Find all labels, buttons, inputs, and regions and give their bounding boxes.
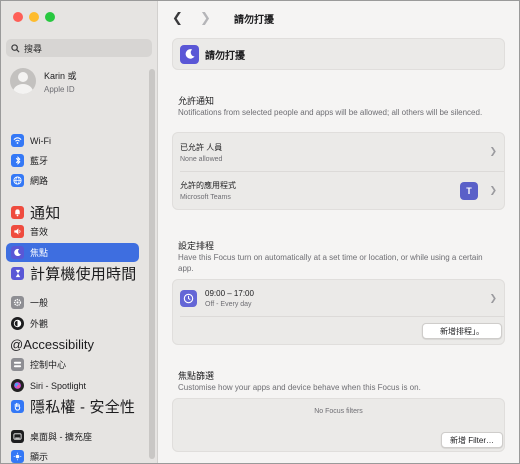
zoom-window-button[interactable]	[45, 12, 55, 22]
speaker-icon	[11, 225, 24, 238]
appearance-icon	[11, 317, 24, 330]
settings-window: 搜尋 Karin 或 Apple ID Wi-Fi 藍牙 網路 通知 音效 焦點…	[0, 0, 520, 464]
sidebar-item-label: 隱私權 - 安全性	[30, 398, 136, 416]
hourglass-icon	[11, 266, 24, 280]
add-schedule-button[interactable]: 新增排程」。	[422, 323, 502, 339]
allowed-people-row[interactable]: 已允許 人員 None allowed ❯	[173, 133, 504, 171]
sidebar-item-label: Wi-Fi	[30, 135, 51, 146]
search-icon	[11, 43, 20, 53]
allowed-notifications-description: Notifications from selected people and a…	[178, 108, 483, 117]
add-filter-button[interactable]: 新增 Filter…	[441, 432, 503, 448]
window-controls	[13, 12, 55, 22]
account-subtitle: Apple ID	[44, 84, 75, 94]
sidebar-item-siri-spotlight[interactable]: Siri - Spotlight	[6, 376, 139, 395]
allowed-people-title: 已允許 人員	[180, 143, 223, 152]
divider	[180, 316, 504, 317]
control-center-icon	[11, 358, 24, 371]
allowed-list-card: 已允許 人員 None allowed ❯ 允許的應用程式 Microsoft …	[172, 132, 505, 210]
sidebar-item-privacy-security[interactable]: 隱私權 - 安全性	[6, 396, 139, 416]
account-name: Karin 或	[44, 70, 77, 81]
close-window-button[interactable]	[13, 12, 23, 22]
minimize-window-button[interactable]	[29, 12, 39, 22]
schedule-time: 09:00 – 17:00	[205, 288, 254, 298]
schedule-row[interactable]: 09:00 – 17:00 Off - Every day ❯	[173, 280, 504, 316]
chevron-right-icon: ❯	[489, 146, 497, 156]
sidebar-item-accessibility[interactable]: @Accessibility	[6, 334, 139, 354]
sidebar-item-label: 音效	[30, 227, 49, 237]
sidebar-item-label: 一般	[30, 298, 49, 308]
allowed-people-subtitle: None allowed	[180, 156, 223, 163]
bell-icon	[11, 205, 24, 219]
sidebar-item-focus[interactable]: 焦點	[6, 243, 139, 262]
toolbar: ❮ ❯ 請勿打擾	[158, 1, 519, 33]
sidebar: 搜尋 Karin 或 Apple ID Wi-Fi 藍牙 網路 通知 音效 焦點…	[1, 1, 158, 463]
focus-title: 請勿打擾	[205, 50, 245, 62]
sidebar-item-network[interactable]: 網路	[6, 171, 139, 190]
no-filters-text: No Focus filters	[314, 408, 363, 415]
globe-icon	[11, 174, 24, 187]
display-icon	[11, 450, 24, 463]
sidebar-item-bluetooth[interactable]: 藍牙	[6, 151, 139, 170]
wifi-icon	[11, 134, 24, 147]
sidebar-item-label: 桌面與 - 擴充座	[30, 432, 92, 442]
dock-icon	[11, 430, 24, 443]
sidebar-item-screen-time[interactable]: 計算機使用時間	[6, 263, 139, 283]
sidebar-item-label: Siri - Spotlight	[30, 380, 87, 391]
sidebar-item-label: 外觀	[30, 319, 49, 329]
sidebar-item-label: 藍牙	[30, 156, 49, 166]
sidebar-item-notifications[interactable]: 通知	[6, 202, 139, 222]
schedule-card: 09:00 – 17:00 Off - Every day ❯ 新增排程」。	[172, 279, 505, 345]
sidebar-item-control-center[interactable]: 控制中心	[6, 355, 139, 374]
chevron-right-icon: ❯	[489, 293, 497, 303]
clock-icon	[180, 289, 197, 307]
search-field[interactable]: 搜尋	[6, 39, 152, 57]
sidebar-item-label: 控制中心	[30, 360, 67, 370]
siri-icon	[11, 379, 24, 392]
sidebar-item-appearance[interactable]: 外觀	[6, 314, 139, 333]
sidebar-item-sound[interactable]: 音效	[6, 222, 139, 241]
chevron-right-icon: ❯	[489, 185, 497, 195]
microsoft-teams-icon: T	[460, 182, 478, 200]
sidebar-item-label: 顯示	[30, 452, 49, 462]
gear-icon	[11, 296, 24, 309]
allowed-notifications-heading: 允許通知	[178, 96, 215, 106]
schedule-days: Off - Every day	[205, 300, 252, 308]
schedule-heading: 設定排程	[178, 241, 215, 251]
schedule-description: Have this Focus turn on automatically at…	[178, 253, 483, 273]
allowed-apps-subtitle: Microsoft Teams	[180, 194, 231, 201]
focus-filters-card: No Focus filters 新增 Filter…	[172, 398, 505, 452]
allowed-apps-row[interactable]: 允許的應用程式 Microsoft Teams T ❯	[173, 172, 504, 210]
back-arrow-icon[interactable]: ❮	[172, 10, 183, 26]
sidebar-item-label: 通知	[30, 204, 61, 222]
focus-header-card: 請勿打擾	[172, 38, 505, 70]
main-pane: ❮ ❯ 請勿打擾 請勿打擾 允許通知 Notifications from se…	[158, 1, 519, 463]
avatar	[10, 68, 36, 94]
sidebar-item-desktop-dock[interactable]: 桌面與 - 擴充座	[6, 427, 139, 446]
moon-icon	[180, 44, 199, 64]
sidebar-item-label: 焦點	[30, 248, 49, 258]
sidebar-item-label: @Accessibility	[10, 336, 94, 352]
sidebar-item-general[interactable]: 一般	[6, 293, 139, 312]
allowed-apps-title: 允許的應用程式	[180, 181, 236, 190]
focus-filters-description: Customise how your apps and device behav…	[178, 383, 421, 392]
apple-id-account[interactable]: Karin 或 Apple ID	[10, 68, 77, 94]
forward-arrow-icon[interactable]: ❯	[200, 10, 211, 26]
hand-icon	[11, 399, 24, 413]
sidebar-item-wifi[interactable]: Wi-Fi	[6, 131, 139, 150]
sidebar-item-displays[interactable]: 顯示	[6, 447, 139, 463]
focus-filters-heading: 焦點篩選	[178, 371, 215, 381]
bluetooth-icon	[11, 154, 24, 167]
sidebar-item-label: 網路	[30, 176, 49, 186]
window-title: 請勿打擾	[234, 15, 274, 26]
moon-icon	[11, 246, 24, 259]
search-input[interactable]: 搜尋	[24, 42, 42, 55]
sidebar-item-label: 計算機使用時間	[30, 265, 137, 283]
sidebar-scrollbar[interactable]	[149, 69, 155, 459]
